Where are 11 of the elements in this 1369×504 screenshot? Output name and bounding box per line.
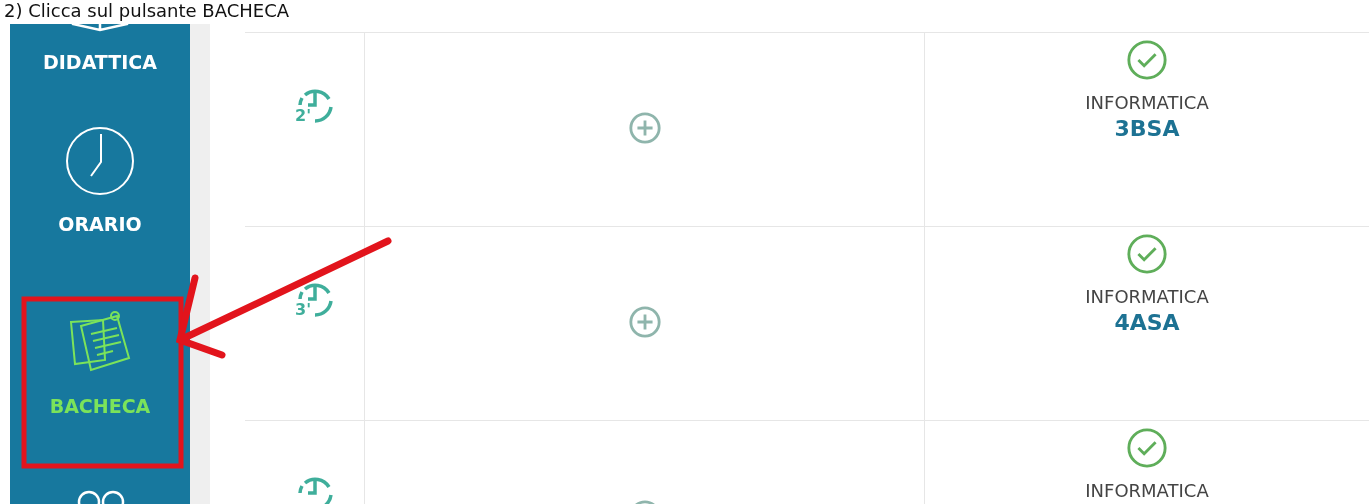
class-link[interactable]: 3BSA [1114, 115, 1180, 143]
subject-label: INFORMATICA [1085, 91, 1209, 115]
class-link[interactable]: 4ASA [1114, 309, 1180, 337]
hour-number: 2' [295, 107, 312, 125]
subject-label: INFORMATICA [1085, 479, 1209, 503]
caption-text: 2) Clicca sul pulsante BACHECA [3, 0, 290, 22]
sidebar-item[interactable]: ORARIO [10, 126, 190, 308]
sidebar-item[interactable]: DIDATTICA [10, 24, 190, 126]
subject-label: INFORMATICA [1085, 285, 1209, 309]
sidebar-item[interactable]: BACHECA [10, 308, 190, 490]
hour-number: 3' [295, 301, 312, 319]
